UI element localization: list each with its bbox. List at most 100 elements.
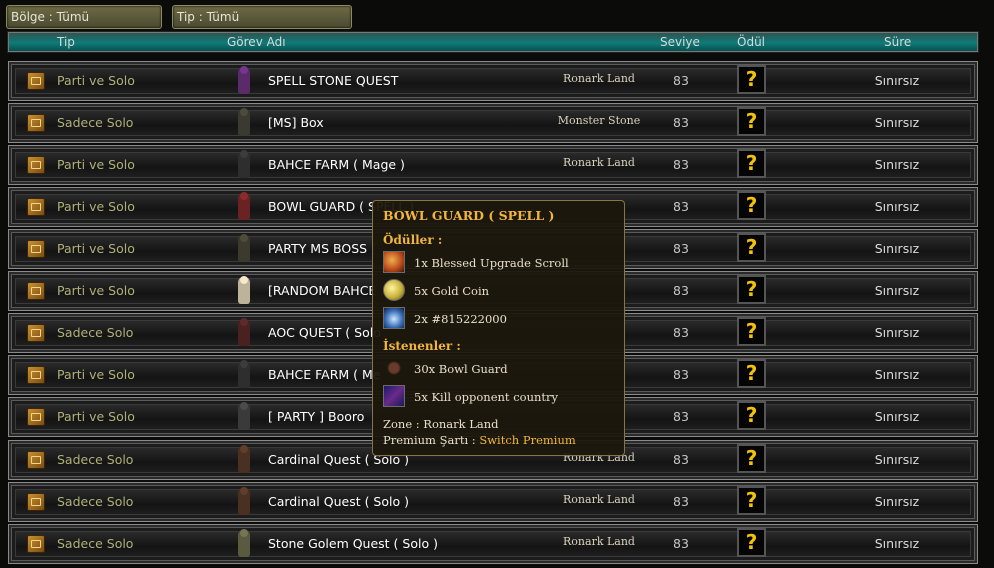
kill-icon [383,385,405,407]
quest-type-icon [27,72,45,90]
tooltip-zone: Zone : Ronark Land [383,417,499,431]
quest-type-icon [27,282,45,300]
quest-zone: Ronark Land [563,535,635,548]
requirements-label: İstenenler : [383,339,461,353]
reward-info-button[interactable]: ? [737,65,766,94]
quest-zone: Monster Stone [557,114,641,127]
quest-name: BAHCE FARM ( Mage ) [268,157,405,172]
quest-row[interactable]: Sadece Solo Stone Golem Quest ( Solo ) Ron… [8,524,978,564]
quest-level: 83 [673,536,689,551]
quest-tooltip: BOWL GUARD ( SPELL ) Ödüller : 1x Blesse… [372,200,625,456]
quest-duration: Sınırsız [874,409,920,424]
quest-name: BAHCE FARM ( Me [268,367,381,382]
quest-level: 83 [673,367,689,382]
quest-type-icon [27,408,45,426]
quest-duration: Sınırsız [874,452,920,467]
quest-type: Sadece Solo [57,452,134,467]
quest-duration: Sınırsız [874,199,920,214]
row-frame [15,152,971,178]
quest-type: Parti ve Solo [57,157,135,172]
quest-type: Sadece Solo [57,115,134,130]
gold-coin-icon [383,279,405,301]
quest-level: 83 [673,452,689,467]
quest-type: Parti ve Solo [57,73,135,88]
region-filter[interactable]: Bölge : Tümü [6,5,162,29]
reward-info-button[interactable]: ? [737,444,766,473]
row-frame [15,110,971,136]
quest-zone: Ronark Land [563,72,635,85]
quest-duration: Sınırsız [874,283,920,298]
quest-level: 83 [673,199,689,214]
quest-type: Parti ve Solo [57,409,135,424]
quest-type: Parti ve Solo [57,199,135,214]
quest-row[interactable]: Parti ve Solo SPELL STONE QUEST Ronark Lan… [8,61,978,101]
reward-info-button[interactable]: ? [737,191,766,220]
quest-row[interactable]: Sadece Solo Cardinal Quest ( Solo ) Ronark… [8,482,978,522]
quest-level: 83 [673,283,689,298]
column-level: Seviye [660,35,700,49]
quest-duration: Sınırsız [874,115,920,130]
quest-type: Parti ve Solo [57,283,135,298]
reward-info-button[interactable]: ? [737,149,766,178]
quest-name: [MS] Box [268,115,324,130]
quest-type-icon [27,451,45,469]
quest-level: 83 [673,115,689,130]
quest-zone: Ronark Land [563,493,635,506]
region-filter-label: Bölge : Tümü [11,10,90,24]
quest-type-icon [27,198,45,216]
quest-type: Sadece Solo [57,536,134,551]
npc-icon [238,446,250,473]
column-type: Tip [57,35,75,49]
npc-icon [238,488,250,515]
quest-zone: Ronark Land [563,156,635,169]
quest-row[interactable]: Parti ve Solo BAHCE FARM ( Mage ) Ronark L… [8,145,978,185]
reward-info-button[interactable]: ? [737,317,766,346]
quest-duration: Sınırsız [874,241,920,256]
quest-level: 83 [673,157,689,172]
quest-name: [RANDOM BAHCE [268,283,377,298]
reward-info-button[interactable]: ? [737,233,766,262]
quest-type: Sadece Solo [57,494,134,509]
npc-icon [238,319,250,346]
quest-row[interactable]: Sadece Solo [MS] Box Monster Stone 83? Sınır… [8,103,978,143]
tooltip-premium: Premium Şartı : Switch Premium [383,433,576,447]
tooltip-title: BOWL GUARD ( SPELL ) [383,208,555,223]
table-header: Tip Görev Adı Seviye Ödül Süre [7,31,979,53]
quest-type: Parti ve Solo [57,241,135,256]
quest-duration: Sınırsız [874,536,920,551]
quest-type-icon [27,366,45,384]
quest-name: Cardinal Quest ( Solo ) [268,494,409,509]
reward-info-button[interactable]: ? [737,528,766,557]
quest-duration: Sınırsız [874,367,920,382]
quest-level: 83 [673,73,689,88]
quest-name: [ PARTY ] Booro [268,409,365,424]
reward-info-button[interactable]: ? [737,107,766,136]
quest-level: 83 [673,241,689,256]
row-frame [15,489,971,515]
quest-type-icon [27,240,45,258]
npc-icon [238,109,250,136]
npc-icon [238,361,250,388]
quest-name: SPELL STONE QUEST [268,73,399,88]
quest-type-icon [27,324,45,342]
column-duration: Süre [884,35,912,49]
quest-duration: Sınırsız [874,157,920,172]
type-filter[interactable]: Tip : Tümü [172,5,352,29]
reward-info-button[interactable]: ? [737,486,766,515]
quest-duration: Sınırsız [874,325,920,340]
reward-info-button[interactable]: ? [737,359,766,388]
npc-icon [238,403,250,430]
reward-info-button[interactable]: ? [737,401,766,430]
column-name: Görev Adı [227,35,286,49]
rewards-label: Ödüller : [383,233,443,247]
reward-info-button[interactable]: ? [737,275,766,304]
quest-level: 83 [673,494,689,509]
monster-icon [383,357,405,379]
quest-level: 83 [673,409,689,424]
npc-icon [238,235,250,262]
npc-icon [238,151,250,178]
quest-type-icon [27,493,45,511]
row-frame [15,68,971,94]
npc-icon [238,277,250,304]
type-filter-label: Tip : Tümü [177,10,240,24]
